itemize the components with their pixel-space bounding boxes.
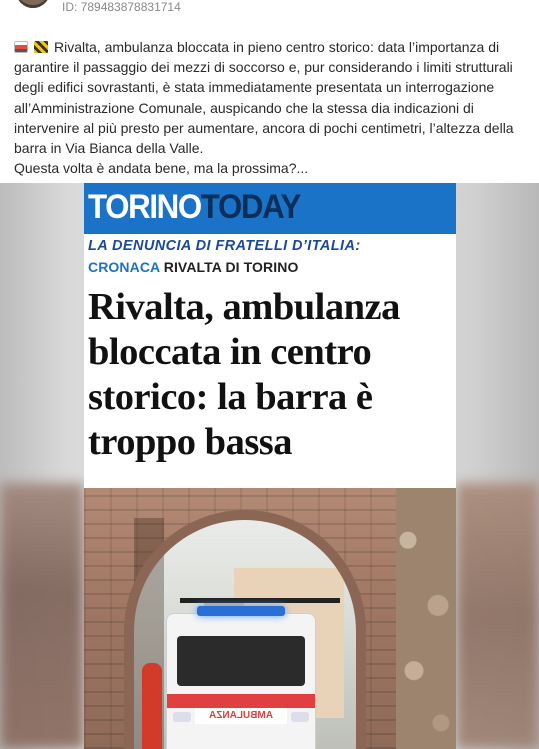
- article-screenshot: TORINOTODAY LA DENUNCIA DI FRATELLI D’IT…: [84, 183, 456, 749]
- article-photo: AMBULANZA: [84, 488, 456, 749]
- post-text: Rivalta, ambulanza bloccata in pieno cen…: [14, 37, 529, 178]
- article-headline: Rivalta, ambulanza bloccata in centro st…: [88, 286, 400, 463]
- brand-bar: TORINOTODAY: [84, 183, 456, 234]
- stone-wall: [396, 488, 456, 749]
- ambulance-headlight-right: [291, 712, 309, 722]
- post-id: ID: 789483878831714: [62, 0, 181, 14]
- ambulance-stripe: [167, 694, 315, 708]
- paramedic: [142, 663, 162, 749]
- ambulance: AMBULANZA: [166, 606, 316, 749]
- construction-barrier-icon: [34, 41, 48, 53]
- height-bar: [180, 598, 340, 603]
- post-paragraph: Rivalta, ambulanza bloccata in pieno cen…: [14, 37, 529, 158]
- post-header: ID: 789483878831714: [0, 0, 539, 22]
- ambulance-icon: [14, 41, 28, 53]
- post-text-question: Questa volta è andata bene, ma la prossi…: [14, 160, 309, 177]
- article-location: RIVALTA DI TORINO: [163, 259, 299, 275]
- article-category: CRONACA: [88, 259, 160, 275]
- ambulance-headlight-left: [173, 712, 191, 722]
- ambulance-windshield: [177, 636, 305, 686]
- image-blur-right: [456, 483, 539, 749]
- article-section: CRONACA RIVALTA DI TORINO: [88, 259, 298, 275]
- post-image[interactable]: TORINOTODAY LA DENUNCIA DI FRATELLI D’IT…: [0, 183, 539, 749]
- image-blur-left: [0, 483, 84, 749]
- article-kicker: LA DENUNCIA DI FRATELLI D’ITALIA:: [88, 238, 361, 254]
- torinotoday-logo: TORINOTODAY: [88, 188, 301, 226]
- ambulance-label: AMBULANZA: [195, 708, 287, 724]
- avatar[interactable]: [16, 0, 50, 8]
- ambulance-lightbar: [197, 606, 285, 616]
- post-text-main: Rivalta, ambulanza bloccata in pieno cen…: [14, 39, 514, 157]
